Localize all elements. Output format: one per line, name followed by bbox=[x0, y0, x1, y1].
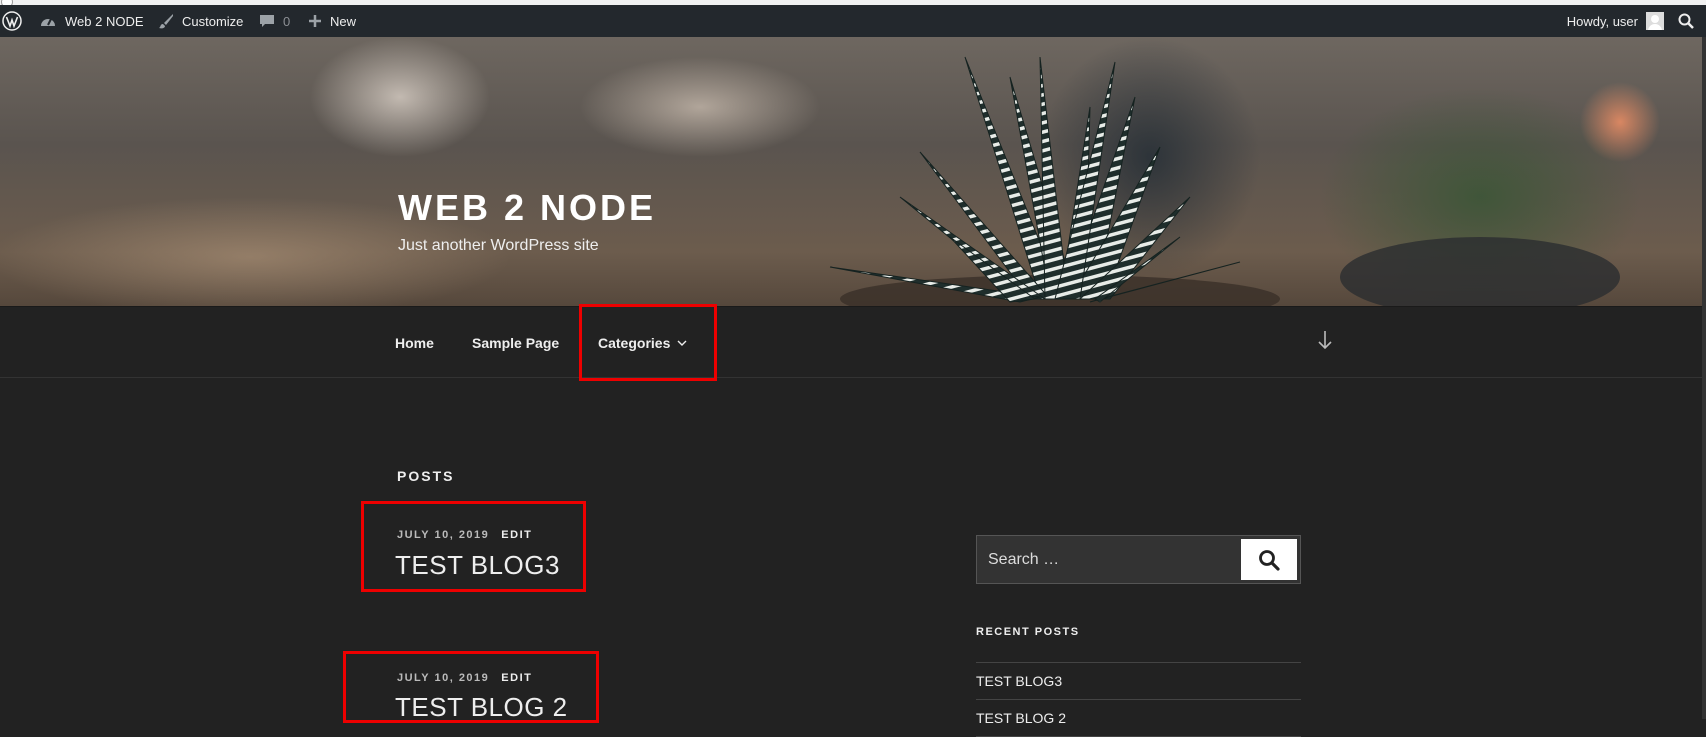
post-meta: JULY 10, 2019 EDIT bbox=[397, 529, 532, 541]
comments-link[interactable]: 0 bbox=[259, 5, 290, 37]
avatar bbox=[1646, 12, 1664, 30]
customize-label: Customize bbox=[182, 13, 244, 29]
new-label: New bbox=[330, 13, 357, 29]
sidebar-search-form bbox=[976, 535, 1301, 584]
dashboard-gauge-icon bbox=[41, 18, 55, 26]
post-title-link[interactable]: TEST BLOG 2 bbox=[395, 692, 568, 723]
recent-post-link[interactable]: TEST BLOG3 bbox=[976, 673, 1062, 689]
wordpress-logo-button[interactable] bbox=[2, 5, 22, 37]
recent-posts-list: TEST BLOG3 TEST BLOG 2 bbox=[976, 662, 1301, 737]
posts-heading: POSTS bbox=[397, 468, 455, 484]
highlight-box-categories bbox=[579, 304, 717, 381]
customize-link[interactable]: Customize bbox=[158, 5, 243, 37]
site-header-image: WEB 2 NODE Just another WordPress site bbox=[0, 37, 1706, 306]
paintbrush-icon bbox=[159, 14, 173, 29]
new-content-menu[interactable]: New bbox=[308, 5, 356, 37]
search-icon bbox=[1678, 13, 1694, 29]
wordpress-logo-icon bbox=[2, 11, 22, 31]
post-date-link[interactable]: JULY 10, 2019 bbox=[397, 672, 489, 684]
nav-item-home[interactable]: Home bbox=[395, 307, 434, 379]
post-title-link[interactable]: TEST BLOG3 bbox=[395, 550, 560, 581]
recent-post-link[interactable]: TEST BLOG 2 bbox=[976, 710, 1066, 726]
comment-bubble-icon bbox=[260, 15, 274, 27]
main-navigation: Home Sample Page Categories bbox=[0, 306, 1706, 378]
post-edit-link[interactable]: EDIT bbox=[501, 672, 532, 684]
nav-item-label: Home bbox=[395, 335, 434, 351]
search-icon bbox=[1259, 549, 1280, 571]
recent-posts-heading: RECENT POSTS bbox=[976, 626, 1080, 638]
nav-item-sample-page[interactable]: Sample Page bbox=[472, 307, 559, 379]
site-title[interactable]: WEB 2 NODE bbox=[398, 187, 656, 229]
comments-count: 0 bbox=[283, 13, 291, 29]
arrow-down-icon bbox=[1318, 331, 1332, 350]
site-name-label: Web 2 NODE bbox=[65, 13, 144, 29]
post-date-link[interactable]: JULY 10, 2019 bbox=[397, 529, 489, 541]
list-item[interactable]: TEST BLOG3 bbox=[976, 663, 1301, 700]
wp-admin-bar: Web 2 NODE Customize 0 New Howdy, user bbox=[0, 5, 1706, 37]
scrollbar[interactable] bbox=[1702, 37, 1706, 719]
my-account-menu[interactable]: Howdy, user bbox=[1567, 5, 1664, 37]
post-edit-link[interactable]: EDIT bbox=[501, 529, 532, 541]
post-meta: JULY 10, 2019 EDIT bbox=[397, 672, 532, 684]
plus-icon bbox=[309, 15, 321, 27]
site-name-menu[interactable]: Web 2 NODE bbox=[39, 5, 144, 37]
search-input[interactable] bbox=[977, 536, 1239, 583]
nav-item-label: Sample Page bbox=[472, 335, 560, 351]
search-submit-button[interactable] bbox=[1241, 539, 1297, 580]
scroll-down-arrow[interactable] bbox=[1316, 329, 1334, 356]
howdy-label: Howdy, user bbox=[1566, 13, 1638, 29]
admin-search-button[interactable] bbox=[1678, 5, 1694, 37]
site-description: Just another WordPress site bbox=[398, 237, 599, 254]
succulent-plant-image bbox=[829, 56, 1620, 306]
